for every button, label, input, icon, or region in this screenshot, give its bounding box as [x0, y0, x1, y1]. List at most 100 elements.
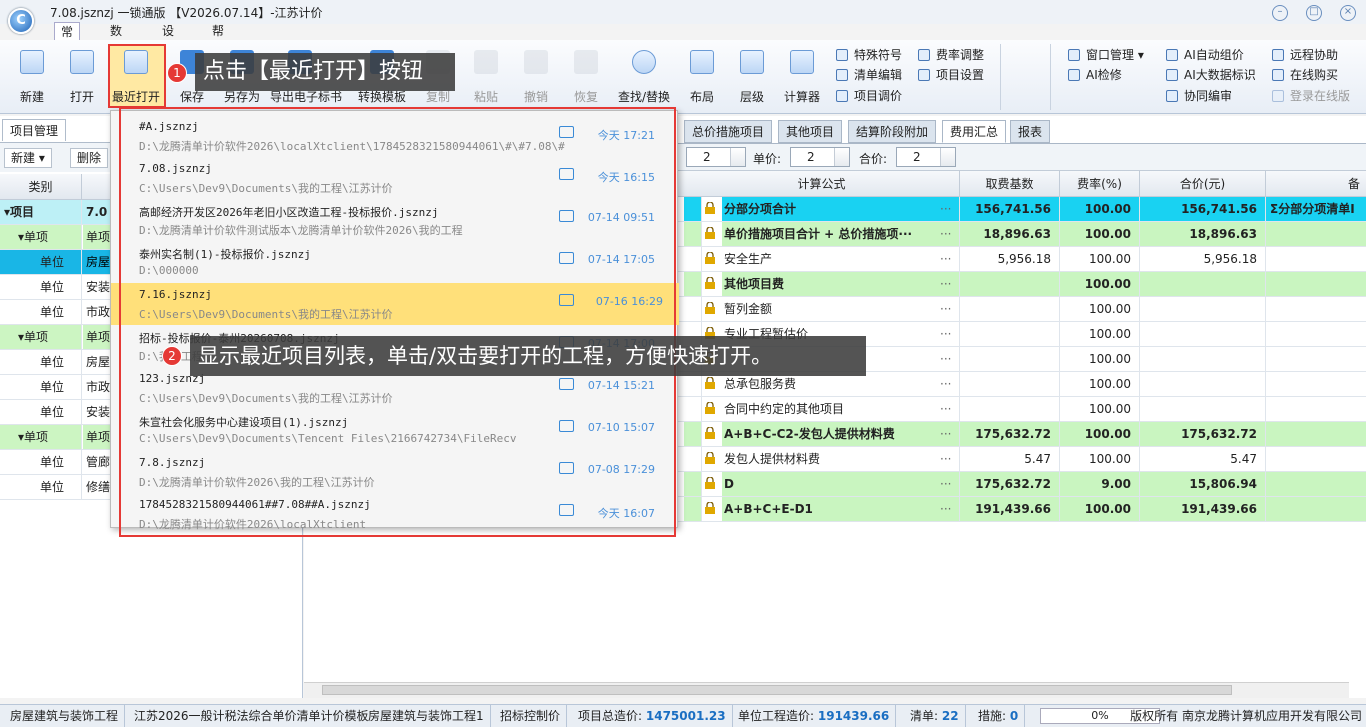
- collab-review-button[interactable]: 协同编审: [1166, 87, 1232, 105]
- tab-fee-summary[interactable]: 费用汇总: [942, 120, 1007, 143]
- online-login-button[interactable]: 登录在线版: [1272, 87, 1350, 105]
- recent-file-item[interactable]: 7.08.jsznzj C:\Users\Dev9\Documents\我的工程\…: [131, 157, 671, 199]
- level-button[interactable]: 层级: [730, 46, 774, 106]
- tab-reports[interactable]: 报表: [1010, 120, 1051, 143]
- more-icon[interactable]: ···: [940, 322, 951, 346]
- scrollbar-thumb[interactable]: [322, 685, 1232, 695]
- rate-adjust-button[interactable]: 费率调整: [918, 46, 984, 64]
- tab-other-items[interactable]: 其他项目: [778, 120, 843, 143]
- tab-data[interactable]: 数据: [104, 22, 128, 56]
- recent-files-popup: #A.jsznzj D:\龙腾清单计价软件2026\localXtclient\1…: [110, 110, 679, 531]
- ai-check-button[interactable]: AI检修: [1068, 66, 1122, 84]
- folder-icon[interactable]: [559, 294, 574, 306]
- open-file-icon: [70, 50, 94, 74]
- total-spinner[interactable]: 2: [896, 147, 956, 167]
- open-button[interactable]: 打开: [60, 46, 104, 106]
- online-buy-button[interactable]: 在线购买: [1272, 66, 1338, 84]
- price-adjust-button[interactable]: 项目调价: [836, 87, 902, 105]
- fee-rate: 100.00: [1060, 322, 1140, 346]
- recent-file-name: 7.08.jsznzj: [139, 162, 212, 175]
- recent-file-path: D:\龙腾清单计价软件2026\localXtclient\1784528321…: [139, 140, 565, 153]
- project-delete-button[interactable]: 删除: [70, 148, 109, 168]
- app-logo-icon[interactable]: C: [8, 8, 34, 34]
- folder-icon[interactable]: [559, 420, 574, 432]
- lock-icon: [705, 477, 715, 489]
- search-icon: [632, 50, 656, 74]
- calculator-button[interactable]: 计算器: [780, 46, 824, 106]
- recent-file-item[interactable]: 高邮经济开发区2026年老旧小区改造工程-投标报价.jsznzj D:\龙腾清单计…: [131, 199, 671, 241]
- recent-file-item[interactable]: 7.8.jsznzj D:\龙腾清单计价软件2026\我的工程\江苏计价 07-08…: [131, 451, 671, 493]
- recent-file-item[interactable]: 7.16.jsznzj C:\Users\Dev9\Documents\我的工程\…: [111, 283, 679, 325]
- more-icon[interactable]: ···: [940, 272, 951, 296]
- fee-base: 175,632.72: [960, 422, 1060, 446]
- more-icon[interactable]: ···: [940, 422, 951, 446]
- redo-button[interactable]: 恢复: [564, 46, 608, 106]
- more-icon[interactable]: ···: [940, 247, 951, 271]
- fee-note: [1266, 297, 1366, 321]
- folder-icon[interactable]: [559, 126, 574, 138]
- recent-file-name: 7.8.jsznzj: [139, 456, 206, 469]
- folder-icon[interactable]: [559, 504, 574, 516]
- fee-formula: 发包人提供材料费: [722, 447, 960, 471]
- fee-note: [1266, 222, 1366, 246]
- tab-help[interactable]: 帮助: [206, 22, 230, 56]
- fee-note: [1266, 347, 1366, 371]
- lock-icon: [705, 277, 715, 289]
- omega-icon: [836, 49, 848, 61]
- recent-file-time: 今天 16:07: [597, 507, 655, 520]
- fee-total: [1140, 297, 1266, 321]
- folder-icon[interactable]: [559, 462, 574, 474]
- tab-total-measures[interactable]: 总价措施项目: [684, 120, 773, 143]
- recent-open-button[interactable]: 最近打开: [112, 46, 160, 106]
- fee-total: 156,741.56: [1140, 197, 1266, 221]
- tab-settings[interactable]: 设置: [156, 22, 180, 56]
- window-icon: [1068, 49, 1080, 61]
- more-icon[interactable]: ···: [940, 472, 951, 496]
- minimize-icon[interactable]: –: [1272, 5, 1288, 21]
- maximize-icon[interactable]: □: [1306, 5, 1322, 21]
- recent-file-time: 07-16 16:29: [595, 295, 663, 308]
- remote-assist-button[interactable]: 远程协助: [1272, 46, 1338, 64]
- tab-project-manage[interactable]: 项目管理: [2, 119, 66, 141]
- more-icon[interactable]: ···: [940, 372, 951, 396]
- fee-note: Σ分部分项清单I: [1266, 197, 1366, 221]
- recent-file-item[interactable]: 泰州实名制(1)-投标报价.jsznzj D:\000000 07-14 17:05: [131, 241, 671, 283]
- more-icon[interactable]: ···: [940, 222, 951, 246]
- fee-rate: 100.00: [1060, 297, 1140, 321]
- recent-file-item[interactable]: 朱宣社会化服务中心建设项目(1).jsznzj C:\Users\Dev9\Doc…: [131, 409, 671, 451]
- new-button[interactable]: 新建: [10, 46, 54, 106]
- fee-note: [1266, 497, 1366, 521]
- unit-price-spinner[interactable]: 2: [790, 147, 850, 167]
- window-manage-button[interactable]: 窗口管理 ▾: [1068, 46, 1144, 64]
- lock-icon: [705, 502, 715, 514]
- tab-settlement[interactable]: 结算阶段附加: [848, 120, 937, 143]
- folder-icon[interactable]: [559, 252, 574, 264]
- find-replace-button[interactable]: 查找/替换: [618, 46, 670, 106]
- special-symbol-button[interactable]: 特殊符号: [836, 46, 902, 64]
- more-icon[interactable]: ···: [940, 447, 951, 471]
- undo-button[interactable]: 撤销: [514, 46, 558, 106]
- project-settings-button[interactable]: 项目设置: [918, 66, 984, 84]
- ai-bigdata-button[interactable]: AI大数据标识: [1166, 66, 1256, 84]
- status-unit: 房屋建筑与装饰工程1: [362, 705, 491, 727]
- fee-row-spacer: [684, 472, 702, 496]
- tab-common[interactable]: 常用: [54, 22, 81, 57]
- layout-button[interactable]: 布局: [680, 46, 724, 106]
- more-icon[interactable]: ···: [940, 197, 951, 221]
- folder-icon[interactable]: [559, 210, 574, 222]
- decimal-spinner[interactable]: 2: [686, 147, 746, 167]
- paste-button[interactable]: 粘贴: [464, 46, 508, 106]
- more-icon[interactable]: ···: [940, 497, 951, 521]
- more-icon[interactable]: ···: [940, 347, 951, 371]
- list-edit-button[interactable]: 清单编辑: [836, 66, 902, 84]
- recent-file-item[interactable]: 1784528321580944061##7.08##A.jsznzj D:\龙腾…: [131, 493, 671, 535]
- ai-auto-price-button[interactable]: AI自动组价: [1166, 46, 1244, 64]
- project-new-button[interactable]: 新建 ▾: [4, 148, 52, 168]
- more-icon[interactable]: ···: [940, 297, 951, 321]
- fee-rate: 100.00: [1060, 197, 1140, 221]
- folder-icon[interactable]: [559, 378, 574, 390]
- more-icon[interactable]: ···: [940, 397, 951, 421]
- folder-icon[interactable]: [559, 168, 574, 180]
- close-icon[interactable]: ×: [1340, 5, 1356, 21]
- recent-file-item[interactable]: #A.jsznzj D:\龙腾清单计价软件2026\localXtclient\1…: [131, 115, 671, 157]
